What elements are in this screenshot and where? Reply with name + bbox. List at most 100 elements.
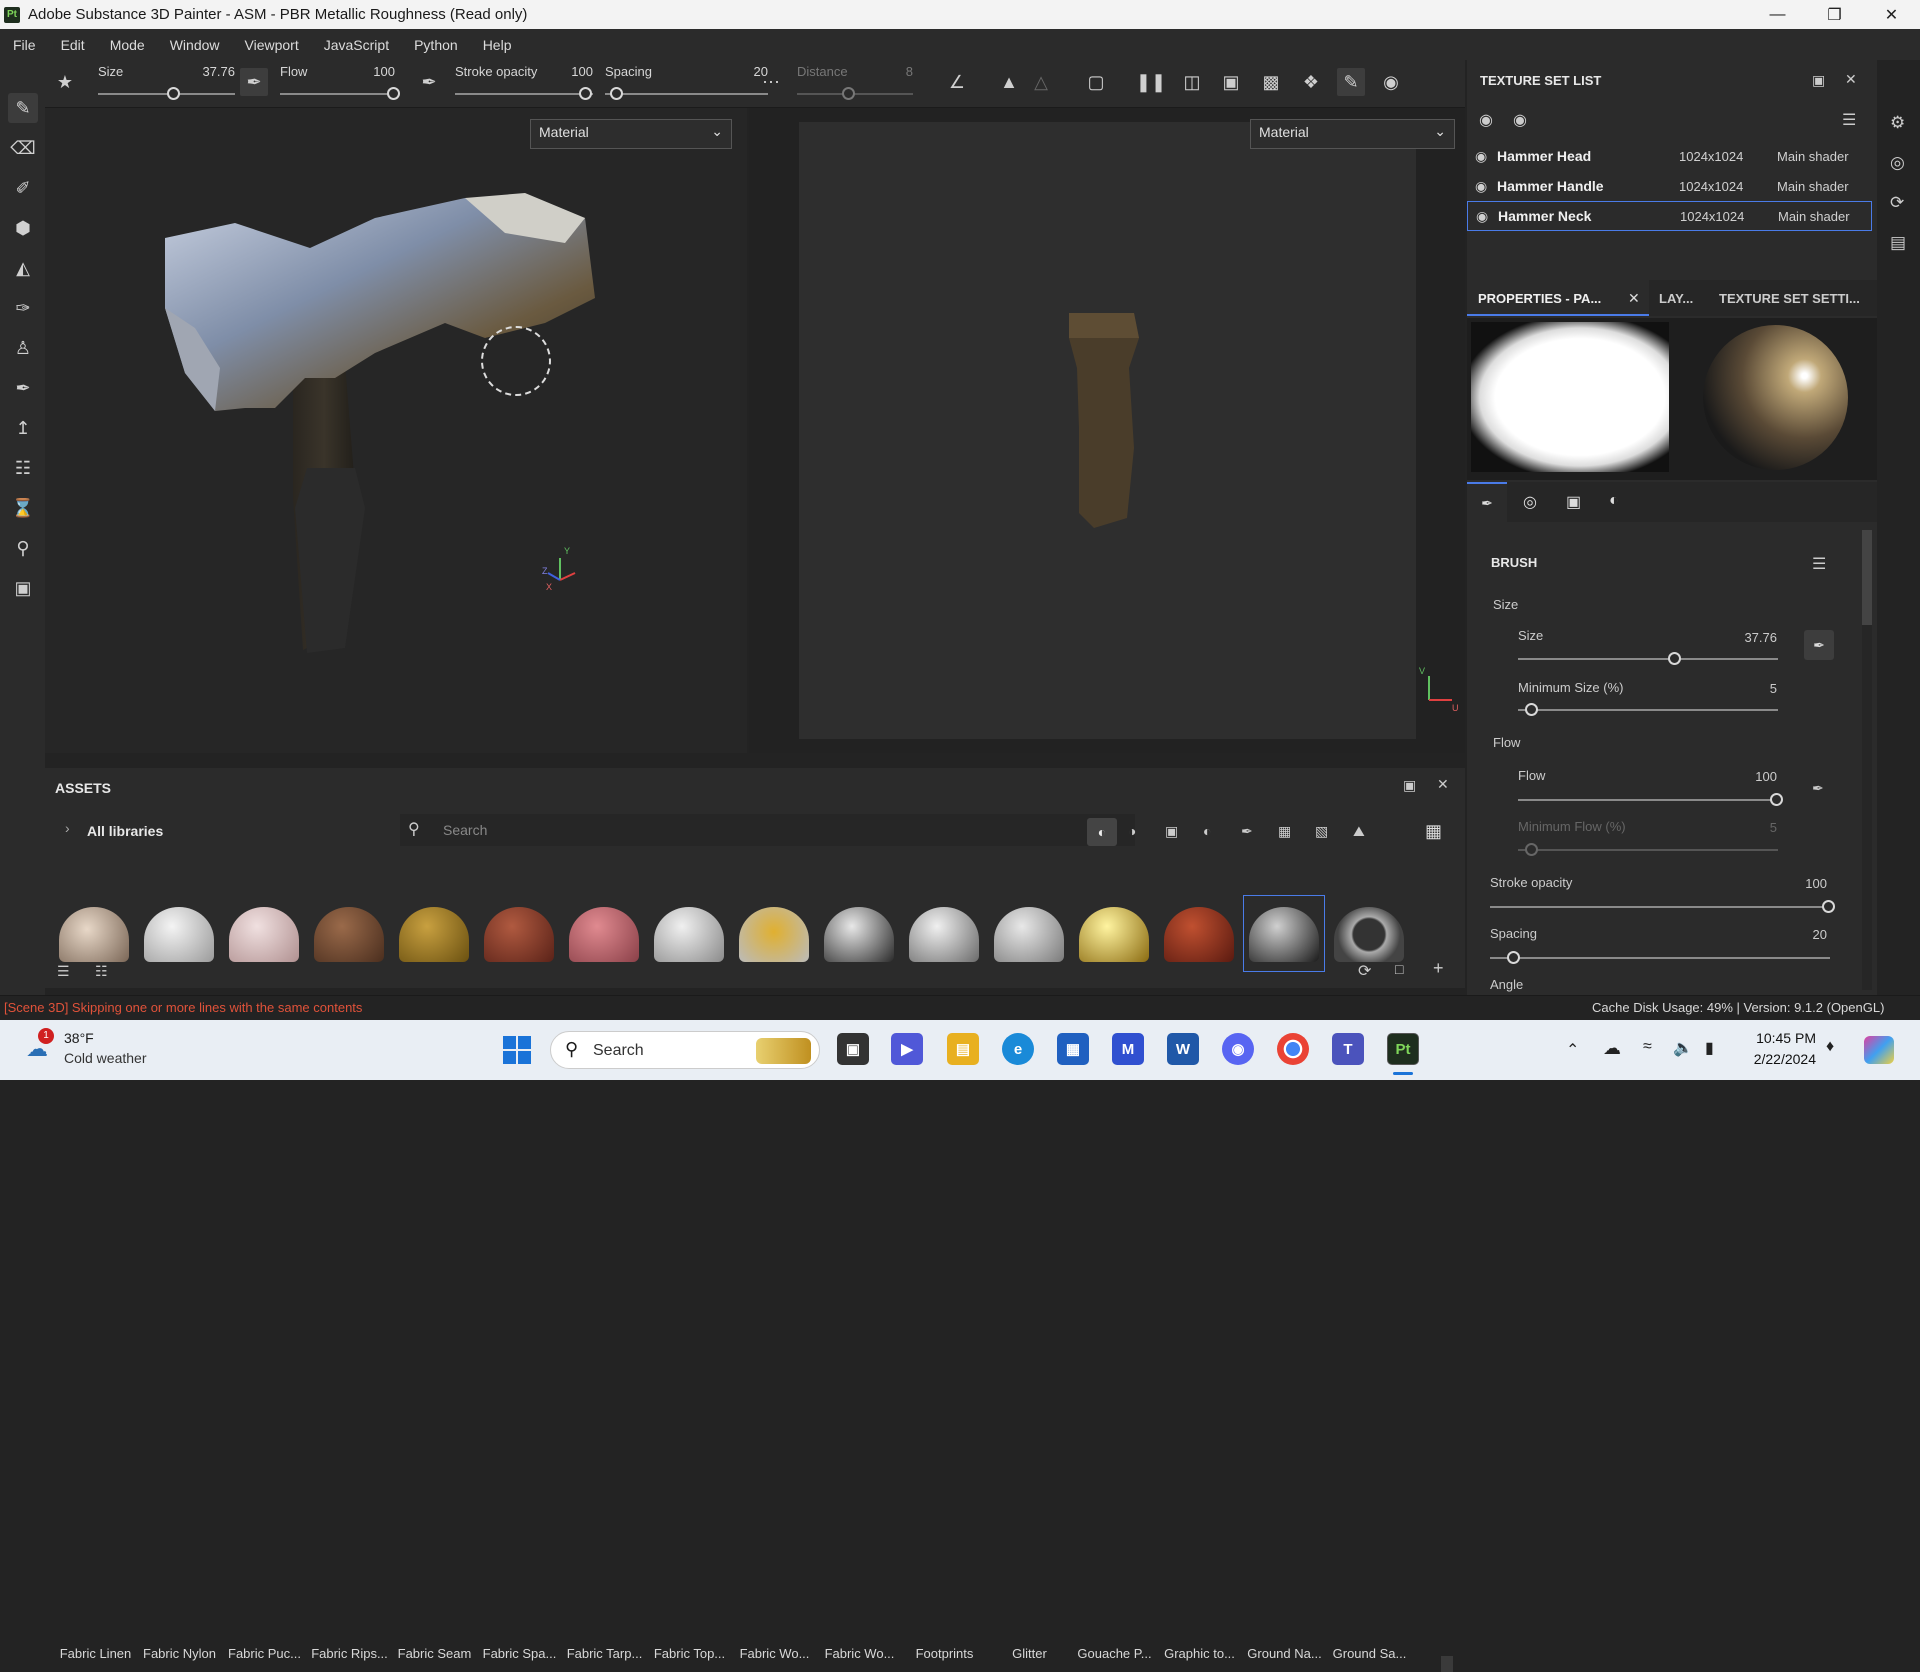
file-explorer-icon[interactable]: ▤ — [947, 1033, 979, 1065]
masks-icon[interactable]: ▣ — [1165, 823, 1178, 840]
min-size-slider[interactable] — [1518, 709, 1778, 711]
store-icon[interactable]: ▦ — [1057, 1033, 1089, 1065]
textures-icon[interactable]: ▦ — [1278, 823, 1291, 840]
color-picker-icon[interactable]: ✒ — [8, 373, 38, 403]
discord-icon[interactable]: ◉ — [1222, 1033, 1254, 1065]
display-mode-icon[interactable]: ▣ — [1217, 68, 1245, 96]
eye-icon[interactable]: ◉ — [1475, 178, 1491, 195]
eye-icon[interactable]: ◉ — [1513, 110, 1527, 130]
chrome-icon[interactable] — [1277, 1033, 1309, 1065]
texture-set-shader[interactable]: Main shader — [1777, 179, 1849, 194]
tab-properties[interactable]: PROPERTIES - PA... ✕ — [1467, 280, 1649, 316]
brush-preset-icon[interactable]: ★ — [51, 68, 79, 96]
viewport-2d-mode-select[interactable]: Material ⌄ — [1250, 119, 1455, 149]
smart-materials-icon[interactable]: ◑ — [1128, 823, 1136, 839]
brush-size-handle[interactable] — [1668, 652, 1681, 665]
environments-icon[interactable]: ⛰ — [1353, 823, 1365, 840]
spacing-slider-handle[interactable] — [610, 87, 623, 100]
properties-scrollbar-thumb[interactable] — [1862, 530, 1872, 625]
projection-icon[interactable]: ✐ — [8, 173, 38, 203]
brush-stroke-opacity-handle[interactable] — [1822, 900, 1835, 913]
brush-spacing-slider[interactable] — [1490, 957, 1830, 959]
teams-icon[interactable]: T — [1332, 1033, 1364, 1065]
maximize-icon[interactable]: ▣ — [1812, 72, 1825, 89]
eye-icon[interactable]: ◉ — [1475, 148, 1491, 165]
close-icon[interactable]: ✕ — [1437, 776, 1449, 793]
stroke-opacity-value[interactable]: 100 — [553, 64, 593, 79]
list-view-icon[interactable]: ☰ — [57, 963, 70, 980]
history-icon[interactable]: ⟳ — [1890, 193, 1904, 213]
pause-icon[interactable]: ❚❚ — [1136, 68, 1166, 96]
taskbar-search[interactable]: ⚲ Search — [550, 1031, 820, 1069]
teams-meet-icon[interactable]: ▶ — [891, 1033, 923, 1065]
wifi-icon[interactable]: ≈ — [1643, 1038, 1652, 1056]
clone-stamp-icon[interactable]: ♙ — [8, 333, 38, 363]
texture-set-row[interactable]: ◉ Hammer Handle 1024x1024 Main shader — [1467, 171, 1877, 201]
size-slider-handle[interactable] — [167, 87, 180, 100]
flow-pressure-icon[interactable]: ✒ — [415, 68, 443, 96]
weather-temperature[interactable]: 38°F — [64, 1030, 94, 1046]
texture-set-row[interactable]: ◉ Hammer Head 1024x1024 Main shader — [1467, 141, 1877, 171]
clock-time[interactable]: 10:45 PM — [1754, 1030, 1816, 1046]
menu-python[interactable]: Python — [414, 37, 458, 53]
alpha-tab-icon[interactable]: ◐ — [1609, 492, 1619, 510]
flow-pressure-icon[interactable]: ✒ — [1812, 780, 1824, 797]
screenshot-icon[interactable]: ◉ — [1377, 68, 1405, 96]
tab-texture-set-settings[interactable]: TEXTURE SET SETTI... — [1719, 291, 1860, 306]
hide-overlay-icon[interactable]: ▢ — [1082, 68, 1110, 96]
close-icon[interactable]: ✕ — [1845, 71, 1857, 88]
maximize-icon[interactable]: ▣ — [1403, 777, 1416, 794]
flow-slider-handle[interactable] — [387, 87, 400, 100]
battery-icon[interactable]: ▮ — [1705, 1038, 1714, 1058]
shader-settings-icon[interactable]: ◎ — [1890, 153, 1905, 173]
brush-tab-icon[interactable]: ✒ — [1467, 482, 1507, 522]
viewport-3d[interactable]: Material ⌄ Y Z X — [45, 108, 747, 753]
brush-size-slider[interactable] — [1518, 658, 1778, 660]
symmetry-settings-icon[interactable]: △ — [1027, 68, 1055, 96]
hourglass-icon[interactable]: ⌛ — [8, 493, 38, 523]
clock-date[interactable]: 2/22/2024 — [1741, 1051, 1816, 1067]
minimize-button[interactable]: — — [1749, 0, 1806, 29]
grid-view-icon[interactable]: ▦ — [1425, 821, 1442, 842]
menu-viewport[interactable]: Viewport — [245, 37, 299, 53]
stencil-tab-icon[interactable]: ▣ — [1566, 492, 1581, 512]
material-tab-icon[interactable]: ◎ — [1523, 492, 1537, 512]
asset-search-box[interactable]: ⚲ Search — [400, 814, 1135, 846]
paint-mode-icon[interactable]: ✎ — [1337, 68, 1365, 96]
math-app-icon[interactable]: M — [1112, 1033, 1144, 1065]
min-size-value[interactable]: 5 — [1737, 681, 1777, 696]
texture-set-shader[interactable]: Main shader — [1778, 209, 1850, 224]
paint-brush-icon[interactable]: ✎ — [8, 93, 38, 123]
brush-spacing-value[interactable]: 20 — [1787, 927, 1827, 942]
alphas-icon[interactable]: ▧ — [1315, 823, 1328, 840]
filters-icon[interactable]: ◐ — [1203, 823, 1211, 839]
restore-button[interactable]: ❐ — [1806, 0, 1863, 29]
viewport-2d[interactable]: Material ⌄ V U — [749, 108, 1465, 753]
add-icon[interactable]: + — [1433, 958, 1444, 979]
assets-scrollbar[interactable] — [1441, 1656, 1453, 1672]
copilot-icon[interactable] — [1864, 1036, 1894, 1064]
menu-file[interactable]: File — [13, 37, 36, 53]
library-selector[interactable]: All libraries — [87, 823, 163, 839]
pen-pressure-icon[interactable]: ✒ — [240, 68, 268, 96]
texture-set-row-selected[interactable]: ◉ Hammer Neck 1024x1024 Main shader — [1467, 201, 1872, 231]
texture-set-shader[interactable]: Main shader — [1777, 149, 1849, 164]
menu-mode[interactable]: Mode — [110, 37, 145, 53]
stroke-opacity-handle[interactable] — [579, 87, 592, 100]
spacing-slider[interactable] — [605, 93, 768, 95]
cloud-icon[interactable]: ☁ — [1603, 1038, 1621, 1059]
new-window-icon[interactable]: □ — [1395, 961, 1403, 977]
tab-layers[interactable]: LAY... — [1659, 291, 1693, 306]
menu-help[interactable]: Help — [483, 37, 512, 53]
task-view-icon[interactable]: ▣ — [837, 1033, 869, 1065]
geometry-fill-icon[interactable]: ⬢ — [8, 213, 38, 243]
display-settings-icon[interactable]: ⚙ — [1890, 113, 1905, 133]
brush-stroke-opacity-value[interactable]: 100 — [1787, 876, 1827, 891]
materials-filter-icon[interactable]: ◐ — [1087, 818, 1117, 846]
menu-icon[interactable]: ☰ — [1812, 554, 1826, 574]
smudge-icon[interactable]: ✑ — [8, 293, 38, 323]
hide-all-icon[interactable]: ◉ — [1479, 110, 1493, 130]
flow-slider[interactable] — [280, 93, 395, 95]
search-object-icon[interactable]: ⚲ — [8, 533, 38, 563]
start-icon[interactable] — [503, 1036, 531, 1064]
